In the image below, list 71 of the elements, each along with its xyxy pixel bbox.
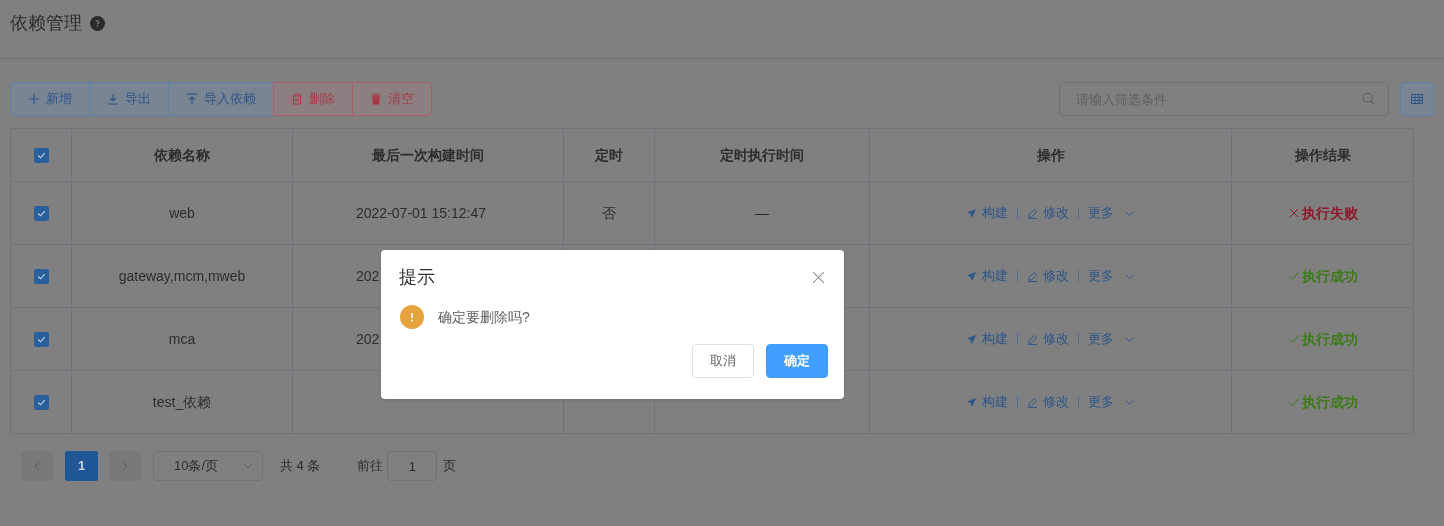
time-cell: 202 (356, 330, 380, 347)
page-input[interactable]: 1 (387, 451, 438, 481)
column-header: 依赖名称 (154, 146, 210, 163)
plus-icon (28, 93, 40, 105)
total-count: 共 4 条 (280, 457, 321, 476)
action-link[interactable]: 修改 (1027, 329, 1069, 349)
toolbar-button[interactable]: 清空 (352, 82, 432, 116)
column-header: 最后一次构建时间 (372, 146, 484, 163)
action-link[interactable]: 构建 (966, 266, 1008, 286)
paper-plane-icon (966, 396, 977, 408)
action-link[interactable]: 更多 (1088, 266, 1135, 286)
checkbox[interactable] (33, 147, 49, 163)
column-header: 操作 (1036, 146, 1065, 163)
checkbox[interactable] (33, 268, 49, 284)
toolbar-button[interactable]: 导出 (89, 82, 169, 116)
time-cell: 2022-07-01 15:12:47 (356, 204, 486, 221)
checkbox[interactable] (33, 331, 49, 347)
help-icon[interactable] (90, 15, 105, 31)
result-text: 执行失败 (1301, 203, 1358, 223)
pencil-icon (1027, 333, 1038, 345)
action-link[interactable]: 修改 (1027, 266, 1069, 286)
close-button[interactable] (812, 270, 826, 285)
dialog-message: 确定要删除吗? (438, 307, 530, 327)
goto-label: 前往 (357, 457, 384, 476)
page-button[interactable]: 1 (65, 451, 98, 481)
action-link[interactable]: 构建 (966, 203, 1008, 223)
paper-plane-icon (966, 270, 977, 282)
result-text: 执行成功 (1301, 329, 1358, 349)
pencil-icon (1027, 270, 1038, 282)
column-header: 定时执行时间 (720, 146, 804, 163)
search-icon (1362, 92, 1375, 105)
name-cell: gateway,mcm,mweb (118, 267, 246, 284)
action-link[interactable]: 构建 (966, 392, 1008, 412)
page-size-select[interactable]: 10条/页 (153, 451, 263, 481)
dialog-title: 提示 (399, 266, 435, 289)
schedule-cell: 否 (602, 204, 616, 221)
checkbox[interactable] (33, 205, 49, 221)
grid-icon (1411, 93, 1423, 105)
action-link[interactable]: 构建 (966, 329, 1008, 349)
action-link[interactable]: 更多 (1088, 203, 1135, 223)
toolbar-button[interactable]: 导入依赖 (168, 82, 274, 116)
action-link[interactable]: 修改 (1027, 392, 1069, 412)
paper-plane-icon (966, 333, 977, 345)
result-text: 执行成功 (1301, 392, 1358, 412)
result-text: 执行成功 (1301, 266, 1358, 286)
name-cell: test_依赖 (152, 393, 212, 410)
download-icon (107, 93, 119, 105)
toolbar-button[interactable]: 新增 (10, 82, 90, 116)
trash-icon (370, 93, 382, 105)
dialog-button[interactable]: 取消 (692, 344, 754, 378)
upload-icon (186, 93, 198, 105)
action-link[interactable]: 修改 (1027, 203, 1069, 223)
pencil-icon (1027, 207, 1038, 219)
action-link[interactable]: 更多 (1088, 329, 1135, 349)
name-cell: web (169, 204, 195, 221)
action-link[interactable]: 更多 (1088, 392, 1135, 412)
pencil-icon (1027, 396, 1038, 408)
dialog-button[interactable]: 确定 (766, 344, 828, 378)
column-header: 操作结果 (1294, 146, 1351, 163)
paper-plane-icon (966, 207, 977, 219)
close-icon (812, 271, 825, 284)
goto-suffix: 页 (443, 457, 457, 476)
column-header: 定时 (595, 146, 623, 163)
time-cell: 202 (356, 267, 380, 284)
name-cell: mca (168, 330, 196, 347)
column-settings-button[interactable] (1400, 82, 1434, 116)
toolbar-button[interactable]: 删除 (273, 82, 353, 116)
checkbox[interactable] (33, 394, 49, 410)
page-title: 依赖管理 (10, 11, 82, 35)
schedule-time-cell: — (755, 204, 769, 221)
trash-icon (291, 93, 303, 105)
